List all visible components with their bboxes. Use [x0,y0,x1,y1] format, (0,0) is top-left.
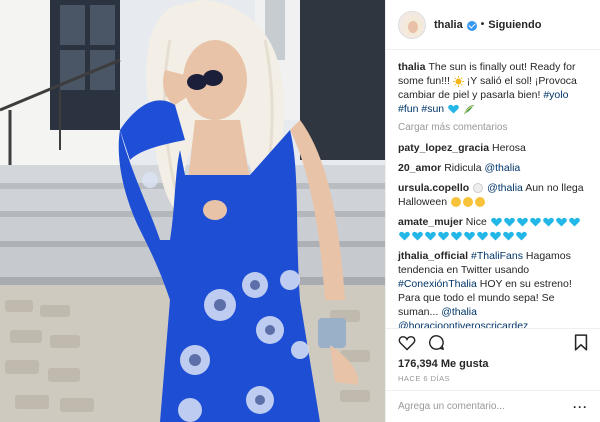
verified-icon [466,20,477,31]
load-more-comments[interactable]: Cargar más comentarios [398,122,588,133]
comment-username[interactable]: amate_mujer [398,216,463,228]
more-options-icon[interactable]: ··· [573,400,588,414]
comment-mention[interactable]: @thalia [484,162,520,174]
comment-item: 20_amor Ridicula @thalia [398,161,588,175]
blue-heart-icon [568,218,580,227]
post-date: HACE 6 DÍAS [398,374,451,383]
blue-heart-icon [555,218,567,227]
blue-heart-icon [448,105,459,114]
comment-link[interactable]: @thalia [441,306,477,318]
caption: thalia The sun is finally out! Ready for … [398,60,588,116]
comment-text: Ridicula [444,162,485,174]
comment-item: amate_mujer Nice [398,215,588,243]
blue-heart-icon [516,232,527,241]
comment-username[interactable]: ursula.copello [398,182,469,194]
comment-item: paty_lopez_gracia Herosa [398,141,588,155]
blue-heart-icon [516,218,528,227]
sad-emoji-icon [474,197,485,208]
post-photo[interactable] [0,0,385,422]
post-side-panel: thalia • Siguiendo thalia The sun is fina… [385,0,600,422]
avatar[interactable] [398,10,426,39]
comment-icon[interactable] [428,334,445,351]
blue-heart-icon [399,232,410,241]
smirk-emoji-icon [462,197,473,208]
comment-link[interactable]: @horacioontiveroscricardez [398,320,528,328]
comment-text: Herosa [492,142,526,154]
comment-username[interactable]: 20_amor [398,162,441,174]
comment-mention[interactable]: @thalia [487,182,523,194]
blue-heart-icon [503,218,515,227]
skull-emoji-icon [473,183,484,194]
blue-heart-icon [477,232,488,241]
comment-username[interactable]: jthalia_official [398,250,468,262]
hashtag-yolo[interactable]: #yolo [543,89,568,101]
blue-heart-icon [425,232,436,241]
likes-label: Me gusta [440,358,489,370]
following-button[interactable]: Siguiendo [488,19,541,31]
blue-heart-icon [503,232,514,241]
comment-text: Nice [465,216,490,228]
add-comment-input[interactable] [398,401,573,412]
bookmark-icon[interactable] [574,334,588,351]
photo-image [0,0,385,422]
comment-username[interactable]: paty_lopez_gracia [398,142,489,154]
blue-heart-icon [529,218,541,227]
hashtag-fun[interactable]: #fun [398,103,418,115]
sun-icon [452,75,464,87]
comment-link[interactable]: #ConexiónThalia [398,278,477,290]
caption-username[interactable]: thalia [398,61,425,73]
blue-heart-icon [490,232,501,241]
grimace-emoji-icon [450,197,461,208]
heart-icon[interactable] [398,335,416,351]
blue-heart-icon [490,218,502,227]
likes-count[interactable]: 176,394 Me gusta [386,356,600,372]
instagram-post: thalia • Siguiendo thalia The sun is fina… [0,0,600,422]
comment-link[interactable]: #ThaliFans [471,250,523,262]
comments-list: thalia The sun is finally out! Ready for … [386,50,600,328]
post-actions [386,328,600,356]
blue-heart-icon [542,218,554,227]
likes-number: 176,394 [398,358,438,370]
post-username[interactable]: thalia [434,19,463,31]
blue-heart-icon [438,232,449,241]
blue-heart-icon [451,232,462,241]
blue-heart-icon [464,232,475,241]
post-header: thalia • Siguiendo [386,0,600,50]
add-comment-bar: ··· [386,390,600,422]
comment-item: ursula.copello @thalia Aun no llega Hall… [398,181,588,209]
blue-heart-icon [412,232,423,241]
hashtag-sun[interactable]: #sun [421,103,444,115]
separator-dot: • [480,19,485,30]
comment-item: jthalia_official #ThaliFans Hagamos tende… [398,249,588,328]
surf-icon [463,104,474,114]
